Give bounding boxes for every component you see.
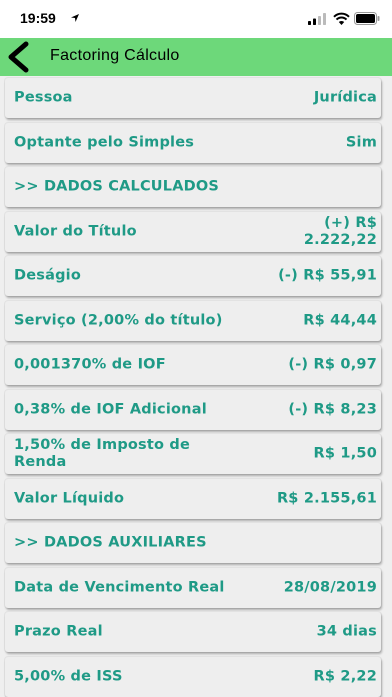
row-label: 0,38% de IOF Adicional xyxy=(14,401,207,418)
row-value: R$ 1,50 xyxy=(313,445,377,462)
location-arrow-icon xyxy=(71,14,79,22)
row-label: 1,50% de Imposto de Renda xyxy=(14,437,191,470)
row-value: (-) R$ 55,91 xyxy=(278,267,377,284)
row-value: Sim xyxy=(345,134,377,151)
row-value: (-) R$ 8,23 xyxy=(288,401,377,418)
row-label: Valor Líquido xyxy=(14,490,125,507)
section-label: >> DADOS AUXILIARES xyxy=(14,534,207,551)
row-pessoa: Pessoa Jurídica xyxy=(5,78,381,118)
row-label: Pessoa xyxy=(14,89,73,106)
row-value: 28/08/2019 xyxy=(283,579,377,596)
row-label: 5,00% de ISS xyxy=(14,668,123,685)
row-data-vencimento: Data de Vencimento Real 28/08/2019 xyxy=(5,568,381,608)
row-desagio: Deságio (-) R$ 55,91 xyxy=(5,256,381,296)
row-optante-simples: Optante pelo Simples Sim xyxy=(5,123,381,163)
section-label: >> DADOS CALCULADOS xyxy=(14,178,220,195)
row-servico: Serviço (2,00% do título) R$ 44,44 xyxy=(5,301,381,341)
back-arrow-icon[interactable] xyxy=(2,40,38,74)
row-label: Data de Vencimento Real xyxy=(14,579,225,596)
row-prazo-real: Prazo Real 34 dias xyxy=(5,612,381,652)
wifi-icon xyxy=(333,12,350,25)
row-value: Jurídica xyxy=(313,89,377,106)
row-value: 34 dias xyxy=(316,623,377,640)
section-header-dados-auxiliares: >> DADOS AUXILIARES xyxy=(5,523,381,563)
app-header: Factoring Cálculo xyxy=(0,38,392,76)
section-header-dados-calculados: >> DADOS CALCULADOS xyxy=(5,167,381,207)
status-bar: 19:59 xyxy=(0,0,392,38)
row-valor-titulo: Valor do Título (+) R$ 2.222,22 xyxy=(5,212,381,252)
status-time: 19:59 xyxy=(20,10,56,26)
row-iof: 0,001370% de IOF (-) R$ 0,97 xyxy=(5,345,381,385)
row-label: Prazo Real xyxy=(14,623,103,640)
row-valor-liquido: Valor Líquido R$ 2.155,61 xyxy=(5,479,381,519)
row-label: Valor do Título xyxy=(14,223,137,240)
battery-icon xyxy=(354,12,380,25)
row-iss: 5,00% de ISS R$ 2,22 xyxy=(5,657,381,697)
row-label: Optante pelo Simples xyxy=(14,134,195,151)
page-title: Factoring Cálculo xyxy=(50,47,180,64)
row-value: (+) R$ 2.222,22 xyxy=(303,215,377,248)
row-value: (-) R$ 0,97 xyxy=(288,356,377,373)
signal-icon xyxy=(308,13,326,25)
row-iof-adicional: 0,38% de IOF Adicional (-) R$ 8,23 xyxy=(5,390,381,430)
row-value: R$ 2.155,61 xyxy=(276,490,377,507)
row-label: Serviço (2,00% do título) xyxy=(14,312,223,329)
row-value: R$ 2,22 xyxy=(313,668,377,685)
row-label: Deságio xyxy=(14,267,81,284)
row-value: R$ 44,44 xyxy=(303,312,377,329)
row-imposto-renda: 1,50% de Imposto de Renda R$ 1,50 xyxy=(5,434,381,474)
row-label: 0,001370% de IOF xyxy=(14,356,166,373)
